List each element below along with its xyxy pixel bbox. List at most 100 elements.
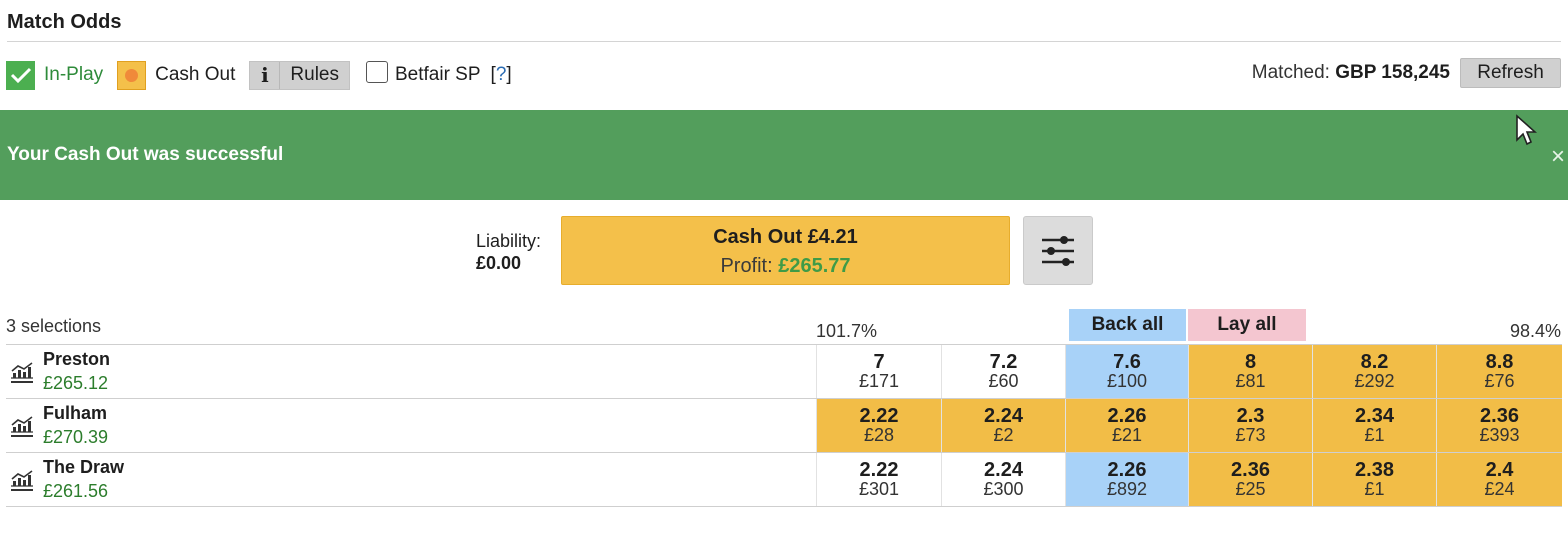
refresh-button[interactable]: Refresh bbox=[1460, 58, 1561, 88]
available-stake: £100 bbox=[1106, 371, 1148, 391]
runner-name: The Draw bbox=[43, 457, 125, 477]
lay-price-cell[interactable]: 8 £81 bbox=[1188, 345, 1312, 398]
runner-row: The Draw £261.56 2.22 £301 2.24 £300 2.26 £892 2… bbox=[6, 453, 1562, 507]
odds-price: 7.6 bbox=[1113, 351, 1141, 373]
betfair-sp-help-link[interactable]: [?] bbox=[491, 64, 512, 86]
available-stake: £171 bbox=[858, 371, 900, 391]
cashout-success-banner: Your Cash Out was successful × bbox=[0, 110, 1568, 200]
lay-price-cell[interactable]: 8.2 £292 bbox=[1312, 345, 1436, 398]
selections-count: 3 selections bbox=[6, 316, 102, 336]
banner-message: Your Cash Out was successful bbox=[7, 144, 284, 165]
lay-price-cell[interactable]: 2.38 £1 bbox=[1312, 453, 1436, 506]
available-stake: £300 bbox=[983, 479, 1024, 499]
liability: Liability: £0.00 bbox=[476, 230, 541, 274]
profit-value: £265.77 bbox=[778, 255, 851, 277]
chart-icon[interactable] bbox=[10, 414, 34, 438]
available-stake: £892 bbox=[1106, 479, 1148, 499]
odds-price: 2.26 bbox=[1107, 459, 1147, 481]
chart-icon[interactable] bbox=[10, 468, 34, 492]
odds-price: 2.24 bbox=[984, 405, 1023, 427]
available-stake: £2 bbox=[993, 425, 1014, 445]
lay-price-cell[interactable]: 2.34 £1 bbox=[1312, 399, 1436, 452]
betfair-sp-label: Betfair SP bbox=[394, 64, 481, 85]
info-icon[interactable]: i bbox=[250, 61, 281, 89]
runner-profit-loss: £270.39 bbox=[43, 427, 109, 447]
liability-label: Liability: bbox=[476, 231, 542, 251]
check-icon bbox=[6, 60, 35, 90]
cashout-amount: Cash Out £4.21 bbox=[713, 226, 858, 248]
odds-price: 8 bbox=[1244, 351, 1257, 373]
runner-name: Fulham bbox=[43, 403, 108, 423]
odds-price: 2.38 bbox=[1355, 459, 1394, 481]
runner-row: Fulham £270.39 2.22 £28 2.24 £2 2.26 £21 2.3 £73 2… bbox=[6, 399, 1562, 453]
available-stake: £25 bbox=[1235, 479, 1266, 499]
runner-row: Preston £265.12 7 £171 7.2 £60 7.6 £100 8 £81 8.2 £… bbox=[6, 345, 1562, 399]
available-stake: £81 bbox=[1235, 371, 1266, 391]
cashout-profit: Profit: £265.77 bbox=[562, 255, 1009, 278]
available-stake: £393 bbox=[1479, 425, 1520, 445]
lay-all-button[interactable]: Lay all bbox=[1188, 309, 1306, 341]
odds-price: 7.2 bbox=[989, 351, 1018, 373]
cashout-button[interactable]: Cash Out £4.21 Profit: £265.77 bbox=[561, 216, 1010, 285]
back-price-cell[interactable]: 7.2 £60 bbox=[941, 345, 1065, 398]
back-price-cell[interactable]: 2.22 £301 bbox=[816, 453, 941, 506]
back-book-percentage: 101.7% bbox=[816, 321, 878, 341]
available-stake: £1 bbox=[1364, 425, 1385, 445]
lay-price-cell[interactable]: 8.8 £76 bbox=[1436, 345, 1562, 398]
cashout-settings-button[interactable] bbox=[1023, 216, 1093, 285]
betfair-sp-checkbox[interactable] bbox=[365, 61, 388, 83]
sliders-icon bbox=[1042, 235, 1074, 266]
odds-price: 2.34 bbox=[1355, 405, 1394, 427]
odds-price: 2.36 bbox=[1231, 459, 1270, 481]
back-price-cell[interactable]: 7 £171 bbox=[816, 345, 941, 398]
available-stake: £24 bbox=[1484, 479, 1515, 499]
rules-button-group[interactable]: i Rules bbox=[249, 60, 350, 90]
cashout-dot-icon bbox=[117, 60, 147, 90]
available-stake: £60 bbox=[988, 371, 1019, 391]
available-stake: £21 bbox=[1111, 425, 1143, 445]
back-price-cell[interactable]: 2.24 £300 bbox=[941, 453, 1065, 506]
odds-price: 2.36 bbox=[1480, 405, 1519, 427]
available-stake: £28 bbox=[863, 425, 895, 445]
back-price-cell[interactable]: 2.26 £892 bbox=[1065, 453, 1188, 506]
back-price-cell[interactable]: 7.6 £100 bbox=[1065, 345, 1188, 398]
back-price-cell[interactable]: 2.26 £21 bbox=[1065, 399, 1188, 452]
lay-price-cell[interactable]: 2.36 £25 bbox=[1188, 453, 1312, 506]
odds-price: 7 bbox=[873, 351, 885, 373]
liability-value: £0.00 bbox=[476, 253, 522, 273]
profit-label: Profit: bbox=[720, 255, 773, 277]
runner-profit-loss: £261.56 bbox=[43, 481, 109, 501]
odds-price: 2.22 bbox=[859, 405, 899, 427]
odds-price: 2.26 bbox=[1107, 405, 1147, 427]
matched-amount: Matched: GBP 158,245 bbox=[1252, 62, 1450, 84]
lay-price-cell[interactable]: 2.3 £73 bbox=[1188, 399, 1312, 452]
available-stake: £73 bbox=[1235, 425, 1266, 445]
odds-price: 2.4 bbox=[1485, 459, 1514, 481]
odds-price: 8.8 bbox=[1485, 351, 1514, 373]
chart-icon[interactable] bbox=[10, 360, 34, 384]
market-title: Match Odds bbox=[7, 11, 122, 33]
odds-price: 2.3 bbox=[1236, 405, 1265, 427]
market-toolbar: In-Play Cash Out i Rules Betfair SP [?] bbox=[6, 59, 512, 91]
lay-price-cell[interactable]: 2.4 £24 bbox=[1436, 453, 1562, 506]
inplay-label: In-Play bbox=[44, 64, 104, 85]
odds-price: 2.22 bbox=[859, 459, 899, 481]
available-stake: £301 bbox=[858, 479, 900, 499]
runner-name: Preston bbox=[43, 349, 111, 369]
odds-price: 8.2 bbox=[1360, 351, 1389, 373]
matched-label: Matched: bbox=[1251, 62, 1330, 83]
runner-profit-loss: £265.12 bbox=[43, 373, 109, 393]
available-stake: £292 bbox=[1354, 371, 1395, 391]
close-icon[interactable]: × bbox=[1551, 143, 1565, 171]
back-price-cell[interactable]: 2.22 £28 bbox=[816, 399, 941, 452]
available-stake: £1 bbox=[1364, 479, 1385, 499]
lay-price-cell[interactable]: 2.36 £393 bbox=[1436, 399, 1562, 452]
available-stake: £76 bbox=[1484, 371, 1515, 391]
odds-price: 2.24 bbox=[984, 459, 1023, 481]
matched-value: GBP 158,245 bbox=[1335, 62, 1450, 83]
rules-button[interactable]: Rules bbox=[280, 62, 349, 89]
lay-book-percentage: 98.4% bbox=[1509, 321, 1561, 341]
back-price-cell[interactable]: 2.24 £2 bbox=[941, 399, 1065, 452]
mouse-cursor-icon bbox=[1516, 114, 1537, 146]
back-all-button[interactable]: Back all bbox=[1069, 309, 1186, 341]
